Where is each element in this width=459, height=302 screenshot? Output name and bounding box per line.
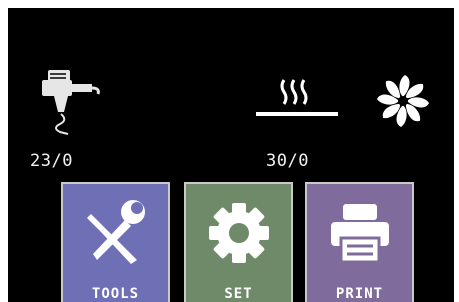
print-button[interactable]: PRINT bbox=[305, 182, 414, 302]
gear-icon bbox=[204, 198, 274, 272]
bed-temperature: 30/0 bbox=[266, 151, 309, 171]
fan-icon bbox=[374, 72, 432, 134]
printer-icon bbox=[325, 198, 395, 272]
print-button-label: PRINT bbox=[335, 286, 384, 302]
tools-wrench-screwdriver-icon bbox=[81, 198, 151, 272]
printer-touch-screen: 23/0 30/0 TOOLS SET PRINT bbox=[8, 8, 454, 302]
set-button-label: SET bbox=[224, 286, 253, 302]
set-button[interactable]: SET bbox=[184, 182, 293, 302]
nozzle-temperature: 23/0 bbox=[30, 151, 73, 171]
heated-bed-icon bbox=[254, 74, 340, 126]
extruder-nozzle-icon bbox=[38, 68, 104, 142]
tools-button-label: TOOLS bbox=[91, 286, 140, 302]
tools-button[interactable]: TOOLS bbox=[61, 182, 170, 302]
